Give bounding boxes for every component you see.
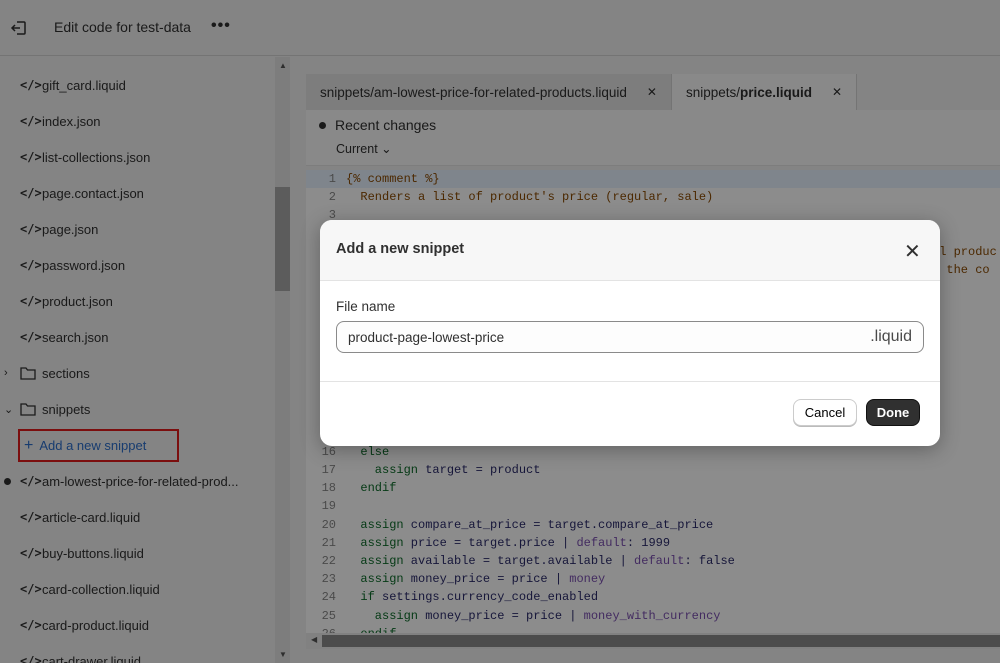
add-snippet-dialog: Add a new snippet ✕ File name .liquid Ca… <box>320 220 940 446</box>
close-icon[interactable]: ✕ <box>904 239 921 264</box>
done-button[interactable]: Done <box>866 399 920 426</box>
file-name-field[interactable]: .liquid <box>336 321 924 353</box>
file-name-input[interactable] <box>348 329 871 345</box>
file-suffix: .liquid <box>870 328 912 345</box>
cancel-button[interactable]: Cancel <box>793 399 857 426</box>
dialog-title: Add a new snippet <box>336 241 465 257</box>
file-name-label: File name <box>336 299 396 314</box>
